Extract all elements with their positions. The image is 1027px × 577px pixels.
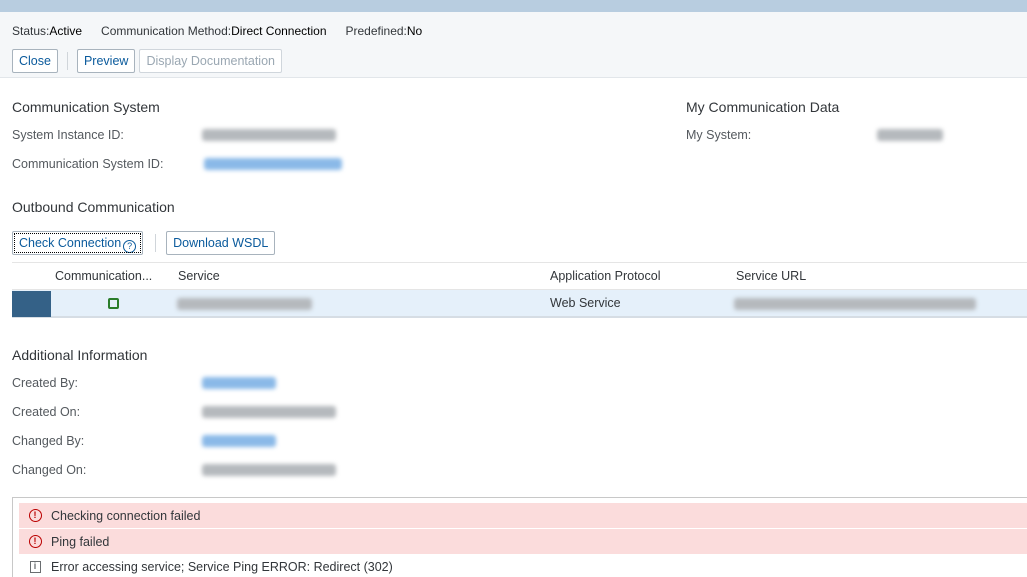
column-header-service[interactable]: Service: [178, 269, 220, 283]
outbound-communication-title: Outbound Communication: [12, 199, 175, 215]
message-text: Checking connection failed: [51, 508, 201, 523]
error-icon: !: [28, 509, 42, 522]
help-icon: ?: [123, 239, 137, 253]
info-icon: i: [29, 560, 41, 573]
created-by-label: Created By:: [12, 376, 79, 390]
additional-information-title: Additional Information: [12, 347, 148, 363]
object-header: Status: Active Communication Method: Dir…: [0, 12, 1027, 78]
check-connection-label: Check Connection: [19, 236, 122, 250]
header-toolbar: Close Preview Display Documentation: [12, 49, 282, 73]
communication-system-title: Communication System: [12, 99, 160, 115]
error-icon: !: [28, 535, 42, 548]
status-row: Status: Active Communication Method: Dir…: [12, 24, 441, 38]
close-button[interactable]: Close: [12, 49, 58, 73]
check-connection-button[interactable]: Check Connection?: [12, 231, 144, 255]
status-indicator-icon: [108, 298, 119, 309]
message-item[interactable]: i Error accessing service; Service Ping …: [19, 554, 1027, 577]
message-item[interactable]: ! Ping failed: [19, 529, 1027, 554]
my-system-label: My System:: [686, 128, 752, 142]
top-bar: [0, 0, 1027, 12]
communication-system-link[interactable]: [204, 158, 342, 170]
created-on-label: Created On:: [12, 405, 81, 419]
system-instance-value: [202, 129, 336, 141]
changed-by-label: Changed By:: [12, 434, 85, 448]
table-row[interactable]: Web Service: [12, 290, 1027, 318]
toolbar-separator: [66, 52, 68, 70]
created-by-link[interactable]: [202, 377, 276, 389]
message-item[interactable]: ! Checking connection failed: [19, 503, 1027, 528]
my-system-value: [877, 129, 943, 141]
my-communication-data-title: My Communication Data: [686, 99, 840, 115]
changed-by-link[interactable]: [202, 435, 276, 447]
communication-system-label: Communication System ID:: [12, 157, 164, 171]
column-header-communication[interactable]: Communication...: [55, 269, 152, 283]
service-value: [177, 298, 312, 310]
message-text: Ping failed: [51, 534, 110, 549]
outbound-toolbar: Check Connection? Download WSDL: [12, 231, 276, 255]
predefined-label: Predefined:: [345, 24, 407, 38]
column-header-service-url[interactable]: Service URL: [736, 269, 806, 283]
message-text: Error accessing service; Service Ping ER…: [51, 559, 393, 574]
status-value: Active: [49, 24, 83, 38]
table-header: Communication... Service Application Pro…: [12, 262, 1027, 290]
preview-button[interactable]: Preview: [76, 49, 136, 73]
message-panel: ! Checking connection failed ! Ping fail…: [12, 497, 1027, 577]
system-instance-label: System Instance ID:: [12, 128, 124, 142]
created-on-value: [202, 406, 336, 418]
predefined-value: No: [406, 24, 423, 38]
service-url-value: [734, 298, 976, 310]
changed-on-value: [202, 464, 336, 476]
download-wsdl-button[interactable]: Download WSDL: [166, 231, 276, 255]
changed-on-label: Changed On:: [12, 463, 87, 477]
toolbar-separator: [155, 234, 157, 252]
display-documentation-button[interactable]: Display Documentation: [139, 49, 282, 73]
method-label: Communication Method:: [101, 24, 232, 38]
column-header-application-protocol[interactable]: Application Protocol: [550, 269, 660, 283]
status-label: Status:: [12, 24, 50, 38]
row-selector[interactable]: [12, 291, 51, 317]
application-protocol-cell: Web Service: [550, 296, 621, 310]
method-value: Direct Connection: [231, 24, 327, 38]
